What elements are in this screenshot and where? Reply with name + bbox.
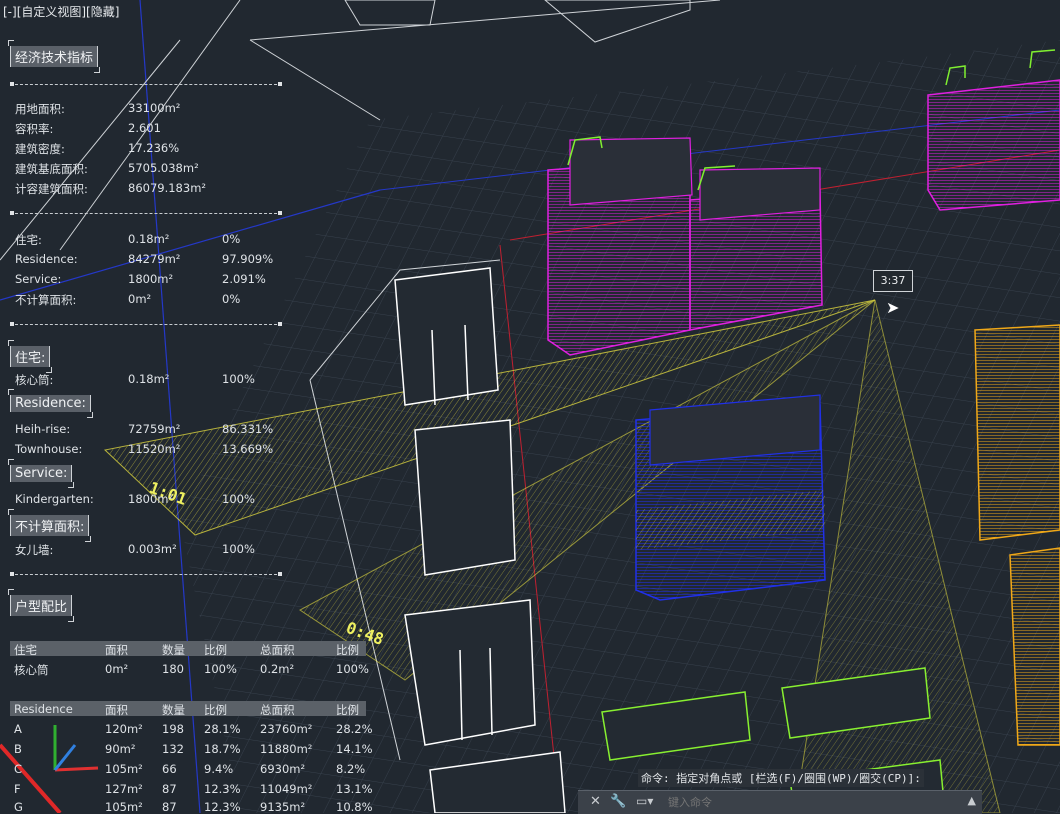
area-label: 住宅: (15, 233, 42, 247)
area-pct: 0% (222, 232, 241, 246)
area-value: 84279m² (128, 252, 181, 266)
section-title-residence: Residence: (8, 389, 93, 418)
bujisuan-pct: 100% (222, 542, 255, 556)
table2-header: 比例 (336, 703, 359, 717)
section-title-econ: 经济技术指标 (7, 40, 101, 73)
area-label: 不计算面积: (15, 293, 77, 307)
command-input[interactable] (666, 793, 960, 812)
table1-header: 数量 (162, 643, 185, 657)
area-pct: 0% (222, 292, 241, 306)
residence-label: Heih-rise: (15, 422, 71, 436)
zhuzhai-pct: 100% (222, 372, 255, 386)
section-title-service: Service: (7, 459, 75, 488)
econ-value: 33100m² (128, 101, 181, 115)
econ-label: 计容建筑面积: (15, 182, 88, 196)
area-pct: 2.091% (222, 272, 266, 286)
section-title-bujisuan: 不计算面积: (7, 509, 92, 542)
cursor-arrow-icon: ➤ (886, 298, 900, 317)
area-label: Service: (15, 272, 62, 286)
residence-value: 72759m² (128, 422, 181, 436)
area-value: 0.18m² (128, 232, 170, 246)
separator (10, 84, 282, 85)
area-value: 1800m² (128, 272, 174, 286)
command-bar: ✕ 🔧 ▭▾ ▲ (578, 790, 982, 814)
service-pct: 100% (222, 492, 255, 506)
time-label-badge: 3:37 (873, 270, 913, 292)
table1-header: 比例 (204, 643, 227, 657)
command-history: 命令: 指定对角点或 [栏选(F)/圈围(WP)/圈交(CP)]: (638, 769, 924, 787)
area-pct: 97.909% (222, 252, 274, 266)
blue-tower[interactable] (635, 394, 826, 601)
table2-header: Residence (14, 702, 73, 716)
econ-value: 17.236% (128, 141, 180, 155)
area-label: Residence: (15, 252, 78, 266)
table2-header: 总面积 (260, 703, 295, 717)
table2-header: 数量 (162, 703, 185, 717)
bujisuan-value: 0.003m² (128, 542, 177, 556)
residence-pct: 86.331% (222, 422, 274, 436)
residence-value: 11520m² (128, 442, 181, 456)
table1-header: 比例 (336, 643, 359, 657)
area-value: 0m² (128, 292, 152, 306)
econ-label: 建筑基底面积: (15, 162, 88, 176)
table1-header: 总面积 (260, 643, 295, 657)
zhuzhai-value: 0.18m² (128, 372, 170, 386)
table1-header: 面积 (105, 643, 128, 657)
section-title-unit-ratio: 户型配比 (7, 589, 75, 622)
residence-pct: 13.669% (222, 442, 274, 456)
close-icon[interactable]: ✕ (590, 794, 601, 809)
econ-label: 容积率: (15, 122, 54, 136)
section-title-zhuzhai: 住宅: (7, 340, 53, 373)
econ-value: 2.601 (128, 121, 161, 135)
bujisuan-label: 女儿墙: (15, 543, 54, 557)
viewport-title[interactable]: [-][自定义视图][隐藏] (3, 3, 119, 20)
econ-label: 建筑密度: (15, 142, 65, 156)
wrench-icon[interactable]: 🔧 (610, 794, 626, 809)
chevron-up-icon[interactable]: ▲ (968, 794, 976, 807)
table1-header: 住宅 (14, 643, 37, 657)
econ-value: 5705.038m² (128, 161, 199, 175)
residence-label: Townhouse: (15, 442, 83, 456)
econ-label: 用地面积: (15, 102, 65, 116)
zhuzhai-label: 核心筒: (15, 373, 54, 387)
service-value: 1800m² (128, 492, 174, 506)
econ-value: 86079.183m² (128, 181, 207, 195)
table2-header: 比例 (204, 703, 227, 717)
service-label: Kindergarten: (15, 492, 94, 506)
table1-header-bar (10, 641, 366, 656)
table2-header: 面积 (105, 703, 128, 717)
command-prompt-icon[interactable]: ▭▾ (636, 794, 653, 808)
